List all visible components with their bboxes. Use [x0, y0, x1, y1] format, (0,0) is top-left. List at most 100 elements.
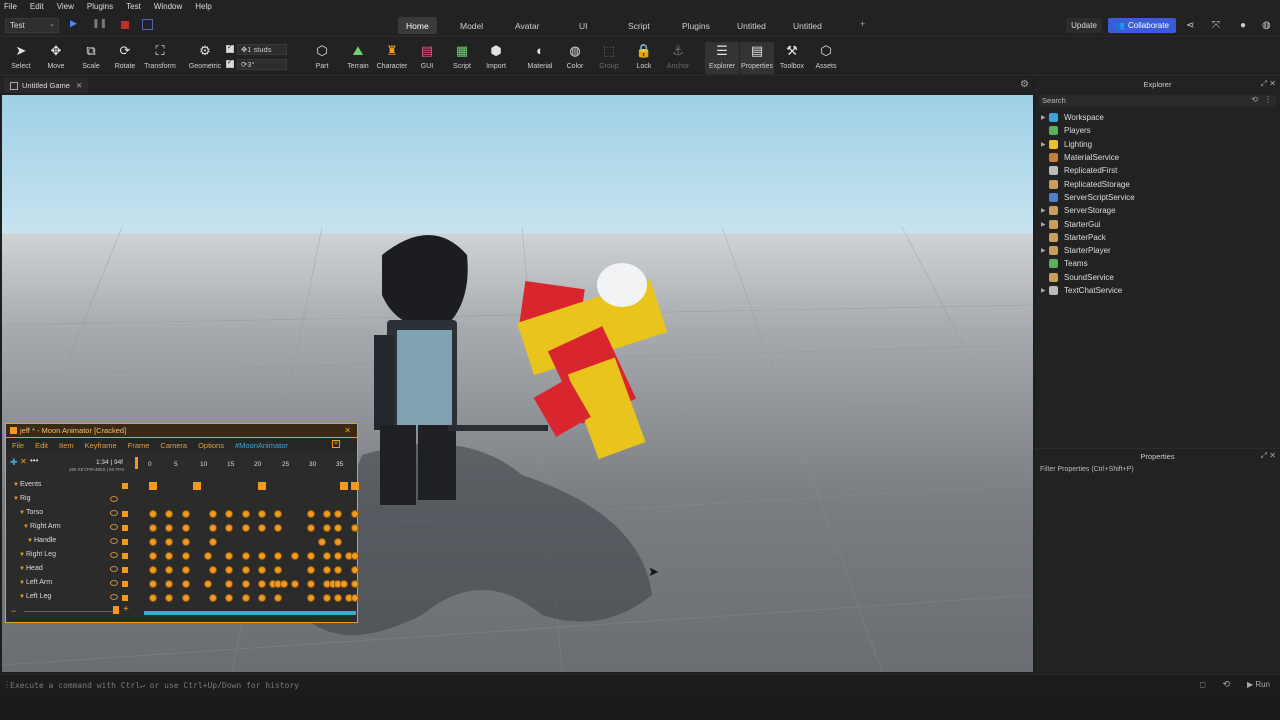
- keyframe-marker[interactable]: [258, 552, 266, 560]
- tab-model[interactable]: Model: [452, 17, 491, 34]
- keyframe-lock-icon[interactable]: [122, 525, 128, 531]
- keyframe-marker[interactable]: [323, 594, 332, 602]
- stop-icon[interactable]: [121, 21, 129, 29]
- keyframe-marker[interactable]: [165, 538, 174, 546]
- bell-icon[interactable]: ●: [1240, 20, 1246, 31]
- close-icon[interactable]: ⤢ ✕: [1261, 79, 1276, 89]
- zoom-in-button[interactable]: +: [123, 604, 129, 615]
- moon-menu-keyframe[interactable]: Keyframe: [85, 441, 117, 450]
- run-button[interactable]: ▶ Run: [1247, 680, 1270, 689]
- moon-menu-edit[interactable]: Edit: [35, 441, 48, 450]
- keyframe-marker[interactable]: [307, 580, 316, 588]
- track-row-left-arm[interactable]: ▼ Left Arm: [6, 577, 359, 591]
- keyframe-marker[interactable]: [225, 580, 234, 588]
- keyframe-marker[interactable]: [241, 594, 250, 602]
- keyframe-marker[interactable]: [241, 524, 250, 532]
- rotate-snap-checkbox[interactable]: [226, 58, 234, 68]
- track-row-left-leg[interactable]: ▼ Left Leg: [6, 591, 359, 605]
- collapse-arrow-icon[interactable]: ▼: [23, 524, 29, 530]
- keyframe-lock-icon[interactable]: [122, 511, 128, 517]
- history-icon[interactable]: ⟲: [1251, 95, 1258, 104]
- collapse-arrow-icon[interactable]: ▼: [19, 552, 25, 558]
- keyframe-marker[interactable]: [323, 566, 332, 574]
- moon-menu-options[interactable]: Options: [198, 441, 224, 450]
- tab-home[interactable]: Home: [398, 17, 437, 34]
- moon-menu-camera[interactable]: Camera: [160, 441, 187, 450]
- explorer-search-input[interactable]: Search ⟲ ⋮: [1039, 95, 1276, 107]
- menu-edit[interactable]: Edit: [30, 2, 44, 11]
- move-snap-row[interactable]: ✥ 1 studs: [226, 43, 287, 55]
- menu-view[interactable]: View: [57, 2, 74, 11]
- expand-arrow-icon[interactable]: ▶: [1041, 141, 1049, 148]
- expand-arrow-icon[interactable]: ▶: [1041, 287, 1049, 294]
- keyframe-marker[interactable]: [350, 580, 359, 588]
- event-marker[interactable]: [258, 482, 266, 490]
- tool-icon[interactable]: ✕: [20, 457, 27, 466]
- eye-icon[interactable]: [110, 524, 118, 530]
- event-marker[interactable]: [350, 482, 359, 490]
- keyframe-marker[interactable]: [323, 524, 332, 532]
- keyframe-marker[interactable]: [307, 594, 316, 602]
- keyframe-marker[interactable]: [350, 552, 359, 560]
- mode-select[interactable]: Test ⌄: [5, 18, 59, 33]
- keyframe-marker[interactable]: [307, 566, 316, 574]
- collapse-arrow-icon[interactable]: ▼: [27, 538, 33, 544]
- eye-icon[interactable]: [110, 538, 118, 544]
- keyframe-marker[interactable]: [258, 524, 266, 532]
- track-row-right-arm[interactable]: ▼ Right Arm: [6, 521, 359, 535]
- close-icon[interactable]: ✕: [332, 440, 340, 448]
- transform-tool[interactable]: ⛶ Transform: [143, 42, 177, 74]
- moon-title-bar[interactable]: jeff * - Moon Animator [Cracked] ✕: [6, 424, 357, 438]
- collaborate-button[interactable]: 👥 Collaborate: [1108, 18, 1176, 33]
- expand-arrow-icon[interactable]: ▶: [1041, 247, 1049, 254]
- terrain-tool[interactable]: ⛰ Terrain: [341, 42, 375, 74]
- keyframe-marker[interactable]: [208, 538, 217, 546]
- keyframe-marker[interactable]: [149, 566, 157, 574]
- keyframe-marker[interactable]: [149, 510, 157, 518]
- keyframe-marker[interactable]: [350, 594, 359, 602]
- keyframe-marker[interactable]: [350, 510, 359, 518]
- keyframe-marker[interactable]: [274, 524, 283, 532]
- collapse-arrow-icon[interactable]: ▼: [13, 482, 19, 488]
- expand-arrow-icon[interactable]: ▶: [1041, 114, 1049, 121]
- tab-avatar[interactable]: Avatar: [507, 17, 547, 34]
- moon-timebar[interactable]: ✚ ✕ ••• 1:34 | 94f 280 KEYFRAMES | 60 FP…: [6, 453, 359, 472]
- move-snap-value[interactable]: ✥ 1 studs: [237, 43, 287, 55]
- keyframe-marker[interactable]: [317, 538, 326, 546]
- keyframe-marker[interactable]: [258, 580, 266, 588]
- keyframe-marker[interactable]: [181, 510, 190, 518]
- keyframe-lock-icon[interactable]: [122, 567, 128, 573]
- keyframe-marker[interactable]: [258, 510, 266, 518]
- explorer-item-lighting[interactable]: ▶ Lighting: [1035, 138, 1280, 151]
- explorer-item-startergui[interactable]: ▶ StarterGui: [1035, 217, 1280, 230]
- properties-toggle[interactable]: ▤ Properties: [740, 42, 774, 74]
- zoom-slider-handle[interactable]: [113, 606, 119, 614]
- keyframe-marker[interactable]: [258, 566, 266, 574]
- explorer-item-starterplayer[interactable]: ▶ StarterPlayer: [1035, 244, 1280, 257]
- keyframe-marker[interactable]: [181, 524, 190, 532]
- keyframe-marker[interactable]: [334, 510, 343, 518]
- group-tool[interactable]: ⬚ Group: [592, 42, 626, 74]
- tab-plugins[interactable]: Plugins: [674, 17, 718, 34]
- close-icon[interactable]: ✕: [344, 426, 351, 435]
- keyframe-marker[interactable]: [181, 580, 190, 588]
- keyframe-marker[interactable]: [165, 552, 174, 560]
- collapse-arrow-icon[interactable]: ▼: [13, 496, 19, 502]
- add-icon[interactable]: ✚: [10, 457, 18, 468]
- keyframe-marker[interactable]: [274, 552, 283, 560]
- eye-icon[interactable]: [110, 580, 118, 586]
- track-row-rig[interactable]: ▼ Rig: [6, 493, 359, 507]
- keyframe-marker[interactable]: [258, 594, 266, 602]
- explorer-item-replicatedfirst[interactable]: ReplicatedFirst: [1035, 164, 1280, 177]
- menu-plugins[interactable]: Plugins: [87, 2, 113, 11]
- menu-help[interactable]: Help: [195, 2, 211, 11]
- keyframe-marker[interactable]: [274, 594, 283, 602]
- keyframe-marker[interactable]: [208, 594, 217, 602]
- keyframe-marker[interactable]: [225, 566, 234, 574]
- keyframe-marker[interactable]: [149, 580, 157, 588]
- track-row-handle[interactable]: ▼ Handle: [6, 535, 359, 549]
- more-icon[interactable]: ⋮: [1264, 95, 1272, 104]
- menu-test[interactable]: Test: [126, 2, 141, 11]
- keyframe-marker[interactable]: [181, 552, 190, 560]
- keyframe-marker[interactable]: [208, 566, 217, 574]
